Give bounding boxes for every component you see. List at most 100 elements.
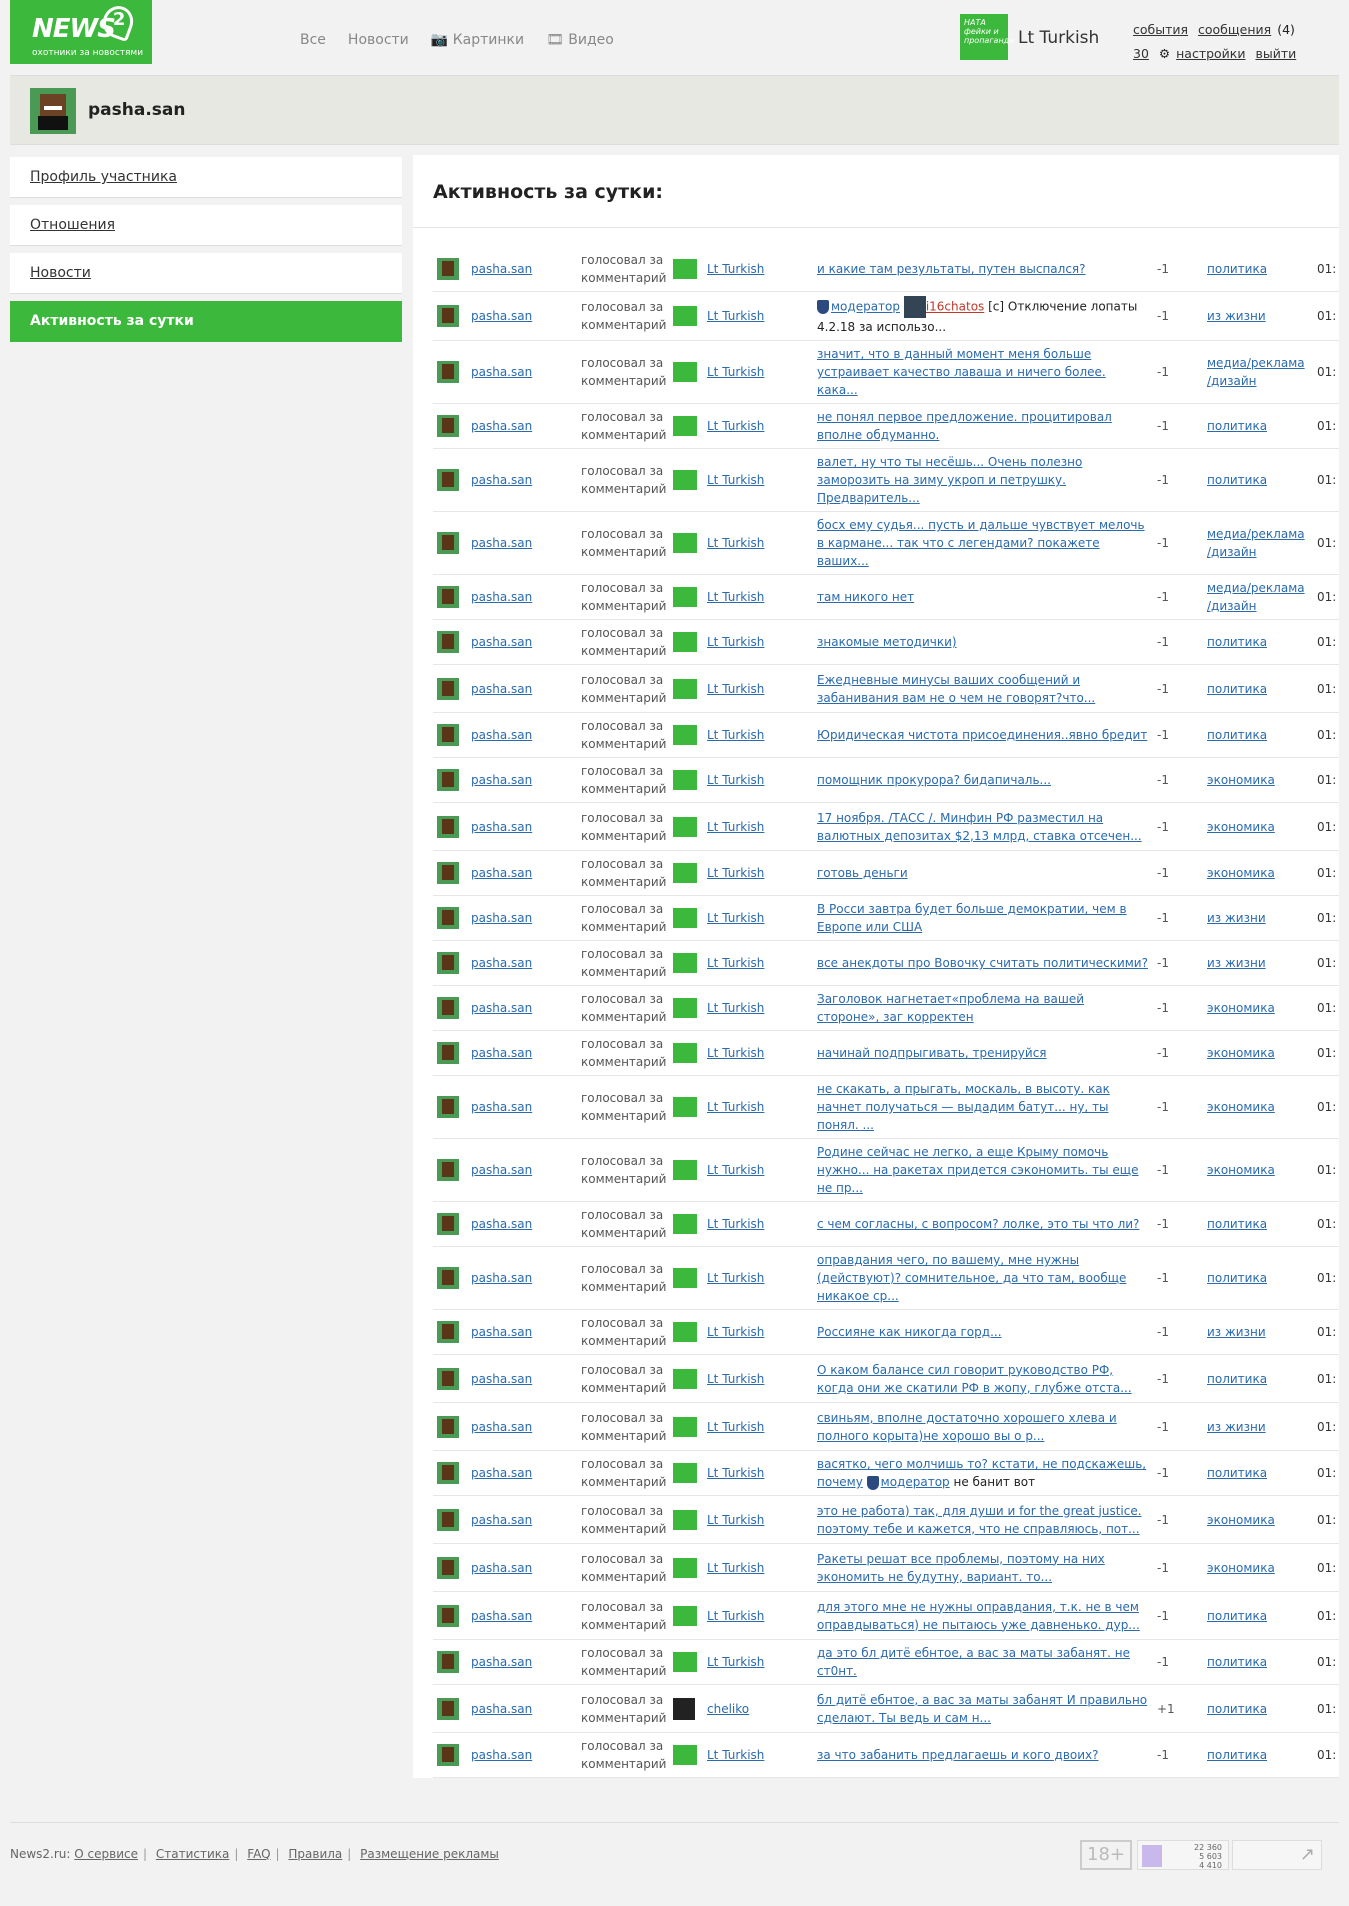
category-link[interactable]: политика <box>1207 419 1267 433</box>
target-avatar[interactable] <box>673 1697 695 1720</box>
category-link[interactable]: политика <box>1207 682 1267 696</box>
category-link[interactable]: политика <box>1207 635 1267 649</box>
actor-link[interactable]: pasha.san <box>471 911 532 925</box>
target-avatar[interactable] <box>673 1268 697 1288</box>
target-avatar[interactable] <box>673 678 697 699</box>
actor-avatar[interactable] <box>437 952 459 974</box>
target-avatar[interactable] <box>673 470 697 490</box>
category-link[interactable]: экономика <box>1207 866 1275 880</box>
actor-link[interactable]: pasha.san <box>471 365 532 379</box>
actor-avatar[interactable] <box>437 1462 459 1484</box>
actor-link[interactable]: pasha.san <box>471 1609 532 1623</box>
actor-link[interactable]: pasha.san <box>471 1046 532 1060</box>
category-link[interactable]: политика <box>1207 1217 1267 1231</box>
comment-link[interactable]: Юридическая чистота присоединения..явно … <box>817 728 1147 742</box>
actor-avatar[interactable] <box>437 258 459 280</box>
actor-avatar[interactable] <box>437 1415 459 1438</box>
sidebar-item-news[interactable]: Новости <box>10 253 402 294</box>
actor-link[interactable]: pasha.san <box>471 590 532 604</box>
comment-link[interactable]: и какие там результаты, путен выспался? <box>817 262 1086 276</box>
target-user-link[interactable]: Lt Turkish <box>707 773 764 787</box>
actor-avatar[interactable] <box>437 305 459 327</box>
target-user-link[interactable]: Lt Turkish <box>707 1001 764 1015</box>
actor-avatar[interactable] <box>437 1697 459 1720</box>
footer-about[interactable]: О сервисе <box>74 1847 138 1861</box>
target-user-link[interactable]: Lt Turkish <box>707 1271 764 1285</box>
target-avatar[interactable] <box>673 1509 697 1530</box>
target-user-link[interactable]: Lt Turkish <box>707 1372 764 1386</box>
target-avatar[interactable] <box>673 1368 697 1389</box>
target-user-link[interactable]: Lt Turkish <box>707 419 764 433</box>
target-user-link[interactable]: Lt Turkish <box>707 682 764 696</box>
target-avatar[interactable] <box>673 416 697 436</box>
target-avatar[interactable] <box>673 1322 697 1342</box>
target-avatar[interactable] <box>673 1557 697 1578</box>
actor-avatar[interactable] <box>437 907 459 929</box>
actor-link[interactable]: pasha.san <box>471 1420 532 1434</box>
target-avatar[interactable] <box>673 1097 697 1117</box>
target-user-link[interactable]: Lt Turkish <box>707 1561 764 1575</box>
actor-link[interactable]: pasha.san <box>471 1325 532 1339</box>
category-link[interactable]: политика <box>1207 473 1267 487</box>
current-username[interactable]: Lt Turkish <box>1018 28 1099 48</box>
actor-avatar[interactable] <box>437 586 459 608</box>
sidebar-item-relations[interactable]: Отношения <box>10 205 402 246</box>
user-link[interactable]: i16chatos <box>926 300 984 314</box>
target-user-link[interactable]: Lt Turkish <box>707 820 764 834</box>
actor-avatar[interactable] <box>437 415 459 437</box>
category-link[interactable]: политика <box>1207 262 1267 276</box>
footer-stats[interactable]: Статистика <box>156 1847 230 1861</box>
target-user-link[interactable]: Lt Turkish <box>707 309 764 323</box>
comment-link[interactable]: свиньям, вполне достаточно хорошего хлев… <box>817 1411 1117 1443</box>
target-avatar[interactable] <box>673 533 697 553</box>
actor-link[interactable]: pasha.san <box>471 1513 532 1527</box>
category-link[interactable]: из жизни <box>1207 309 1266 323</box>
category-link[interactable]: политика <box>1207 1372 1267 1386</box>
actor-link[interactable]: pasha.san <box>471 1702 532 1716</box>
target-user-link[interactable]: Lt Turkish <box>707 1513 764 1527</box>
category-link[interactable]: экономика <box>1207 1046 1275 1060</box>
target-avatar[interactable] <box>673 1745 697 1765</box>
category-link[interactable]: политика <box>1207 1271 1267 1285</box>
category-link[interactable]: медиа/реклама /дизайн <box>1207 527 1305 559</box>
messages-link[interactable]: сообщения <box>1198 22 1271 37</box>
target-user-link[interactable]: Lt Turkish <box>707 635 764 649</box>
footer-ads[interactable]: Размещение рекламы <box>360 1847 499 1861</box>
category-link[interactable]: политика <box>1207 1655 1267 1669</box>
target-avatar[interactable] <box>673 1416 697 1437</box>
category-link[interactable]: медиа/реклама /дизайн <box>1207 356 1305 388</box>
comment-link[interactable]: О каком балансе сил говорит руководство … <box>817 1363 1132 1395</box>
category-link[interactable]: экономика <box>1207 1561 1275 1575</box>
target-avatar[interactable] <box>673 953 697 973</box>
target-avatar[interactable] <box>673 1652 697 1672</box>
logout-link[interactable]: выйти <box>1255 46 1296 61</box>
category-link[interactable]: экономика <box>1207 1001 1275 1015</box>
actor-link[interactable]: pasha.san <box>471 1100 532 1114</box>
sidebar-item-profile[interactable]: Профиль участника <box>10 157 402 198</box>
actor-link[interactable]: pasha.san <box>471 1466 532 1480</box>
target-user-link[interactable]: Lt Turkish <box>707 1325 764 1339</box>
comment-link[interactable]: для этого мне не нужны оправдания, т.к. … <box>817 1600 1140 1632</box>
comment-link[interactable]: Россияне как никогда горд... <box>817 1325 1002 1339</box>
actor-link[interactable]: pasha.san <box>471 262 532 276</box>
actor-link[interactable]: pasha.san <box>471 635 532 649</box>
target-user-link[interactable]: Lt Turkish <box>707 536 764 550</box>
nav-all[interactable]: Все <box>300 32 326 48</box>
comment-link[interactable]: оправдания чего, по вашему, мне нужны (д… <box>817 1253 1126 1303</box>
avatar[interactable] <box>30 88 76 134</box>
target-user-link[interactable]: Lt Turkish <box>707 1609 764 1623</box>
target-avatar[interactable] <box>673 1043 697 1063</box>
target-user-link[interactable]: Lt Turkish <box>707 1655 764 1669</box>
category-link[interactable]: политика <box>1207 1748 1267 1762</box>
actor-link[interactable]: pasha.san <box>471 1163 532 1177</box>
comment-link[interactable]: босх ему судья... пусть и дальше чувству… <box>817 518 1145 568</box>
comment-link[interactable]: Заголовок нагнетает«проблема на вашей ст… <box>817 992 1084 1024</box>
target-avatar[interactable] <box>673 632 697 652</box>
target-user-link[interactable]: Lt Turkish <box>707 728 764 742</box>
target-user-link[interactable]: Lt Turkish <box>707 956 764 970</box>
footer-rules[interactable]: Правила <box>288 1847 342 1861</box>
actor-avatar[interactable] <box>437 1604 459 1627</box>
actor-avatar[interactable] <box>437 1508 459 1531</box>
target-user-link[interactable]: Lt Turkish <box>707 1420 764 1434</box>
comment-link[interactable]: Ежедневные минусы ваших сообщений и заба… <box>817 673 1095 705</box>
